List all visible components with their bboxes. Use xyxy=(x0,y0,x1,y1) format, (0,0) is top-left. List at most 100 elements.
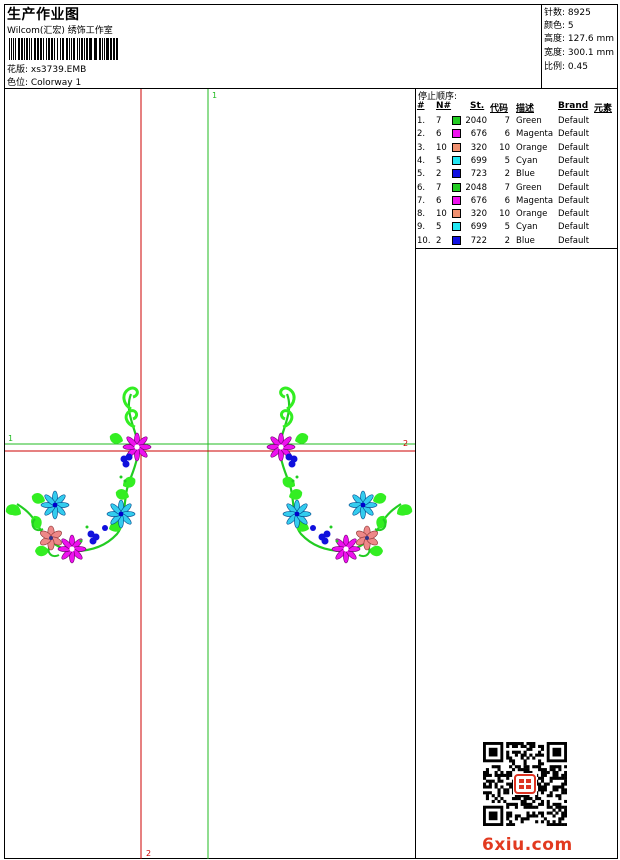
row-stitches: 2048 xyxy=(465,182,487,193)
legend-row: 8. 10 320 10 Orange Default xyxy=(416,208,616,221)
watermark-site: 6xiu.com xyxy=(482,835,573,855)
row-stitches: 676 xyxy=(470,195,487,206)
axis-label-right: 2 xyxy=(403,439,409,448)
design-file-label: 花版: xs3739.EMB xyxy=(7,65,87,75)
colorway-label: 色位: Colorway 1 xyxy=(7,78,82,88)
legend-header-element: 元素 xyxy=(594,104,613,114)
row-index: 2. xyxy=(417,129,426,140)
row-brand: Default xyxy=(558,169,590,180)
row-needle: 2 xyxy=(436,235,442,246)
row-code: 10 xyxy=(499,142,510,153)
row-code: 7 xyxy=(504,116,510,126)
row-stitches: 320 xyxy=(470,142,487,153)
row-code: 10 xyxy=(499,209,510,220)
stitch-count: 针数: 8925 xyxy=(544,8,591,18)
row-brand: Default xyxy=(558,182,590,193)
row-description: Green xyxy=(516,182,542,193)
color-swatch xyxy=(452,155,461,165)
row-needle: 5 xyxy=(436,222,442,233)
legend-row: 9. 5 699 5 Cyan Default xyxy=(416,221,616,234)
row-description: Blue xyxy=(516,169,535,180)
row-brand: Default xyxy=(558,209,590,220)
legend-row: 7. 6 676 6 Magenta Default xyxy=(416,195,616,208)
row-description: Orange xyxy=(516,209,548,220)
embroidery-motif-right xyxy=(267,388,414,563)
row-code: 6 xyxy=(504,195,510,206)
legend-row: 4. 5 699 5 Cyan Default xyxy=(416,155,616,168)
axis-label-bottom: 2 xyxy=(146,849,152,858)
row-index: 1. xyxy=(417,116,426,126)
row-code: 2 xyxy=(504,169,510,180)
row-code: 7 xyxy=(504,182,510,193)
stop-sequence-legend: 停止顺序: # N# St. 代码 描述 Brand 元素 1. 7 2040 7 Gr… xyxy=(416,89,617,249)
row-stitches: 699 xyxy=(470,222,487,233)
legend-row: 10. 2 722 2 Blue Default xyxy=(416,235,616,248)
color-count: 颜色: 5 xyxy=(544,21,574,31)
row-description: Green xyxy=(516,116,542,126)
row-index: 7. xyxy=(417,195,426,206)
row-code: 5 xyxy=(504,155,510,166)
color-swatch xyxy=(452,235,461,245)
row-description: Blue xyxy=(516,235,535,246)
design-height: 高度: 127.6 mm xyxy=(544,34,615,44)
row-description: Cyan xyxy=(516,222,538,233)
row-stitches: 699 xyxy=(470,155,487,166)
design-scale: 比例: 0.45 xyxy=(544,62,588,72)
stats-panel: 针数: 8925 颜色: 5 高度: 127.6 mm 宽度: 300.1 mm… xyxy=(541,5,617,89)
legend-row: 2. 6 676 6 Magenta Default xyxy=(416,128,616,141)
row-index: 4. xyxy=(417,155,426,166)
color-swatch xyxy=(452,222,461,232)
row-brand: Default xyxy=(558,235,590,246)
row-brand: Default xyxy=(558,155,590,166)
row-brand: Default xyxy=(558,142,590,153)
row-needle: 6 xyxy=(436,129,442,140)
axis-label-left: 1 xyxy=(8,434,14,443)
row-description: Cyan xyxy=(516,155,538,166)
row-stitches: 320 xyxy=(470,209,487,220)
legend-row: 5. 2 723 2 Blue Default xyxy=(416,168,616,181)
legend-row: 1. 7 2040 7 Green Default xyxy=(416,115,616,128)
color-swatch xyxy=(452,209,461,219)
row-index: 8. xyxy=(417,209,426,220)
row-stitches: 2040 xyxy=(465,116,487,126)
row-index: 9. xyxy=(417,222,426,233)
legend-row: 3. 10 320 10 Orange Default xyxy=(416,142,616,155)
row-brand: Default xyxy=(558,195,590,206)
row-needle: 2 xyxy=(436,169,442,180)
row-needle: 10 xyxy=(436,209,447,220)
legend-header-number: N# xyxy=(436,101,452,111)
row-index: 10. xyxy=(417,235,431,246)
design-preview: 1 2 1 2 xyxy=(5,89,416,859)
row-code: 5 xyxy=(504,222,510,233)
legend-row: 6. 7 2048 7 Green Default xyxy=(416,182,616,195)
company-name: Wilcom(汇宏) 绣饰工作室 xyxy=(7,26,113,36)
row-description: Magenta xyxy=(516,129,554,140)
row-stitches: 723 xyxy=(470,169,487,180)
embroidery-motif-left xyxy=(5,388,151,563)
row-brand: Default xyxy=(558,222,590,233)
sheet-title: 生产作业图 xyxy=(7,7,80,23)
color-swatch xyxy=(452,195,461,205)
legend-header-brand: Brand xyxy=(558,101,589,111)
sheet-header: 生产作业图 Wilcom(汇宏) 绣饰工作室 花版: xs3739.EMB 色位… xyxy=(5,5,617,89)
row-needle: 7 xyxy=(436,116,442,126)
design-width: 宽度: 300.1 mm xyxy=(544,48,615,58)
row-code: 2 xyxy=(504,235,510,246)
color-swatch xyxy=(452,116,461,125)
row-index: 3. xyxy=(417,142,426,153)
color-swatch xyxy=(452,169,461,179)
barcode-icon xyxy=(9,38,118,60)
row-code: 6 xyxy=(504,129,510,140)
production-sheet: 生产作业图 Wilcom(汇宏) 绣饰工作室 花版: xs3739.EMB 色位… xyxy=(4,4,618,859)
color-swatch xyxy=(452,182,461,192)
row-brand: Default xyxy=(558,116,590,126)
row-needle: 6 xyxy=(436,195,442,206)
color-swatch xyxy=(452,129,461,139)
row-needle: 10 xyxy=(436,142,447,153)
row-description: Orange xyxy=(516,142,548,153)
row-brand: Default xyxy=(558,129,590,140)
row-index: 5. xyxy=(417,169,426,180)
color-swatch xyxy=(452,142,461,152)
qr-code-icon xyxy=(483,742,567,826)
legend-header-code: 代码 xyxy=(490,104,509,114)
